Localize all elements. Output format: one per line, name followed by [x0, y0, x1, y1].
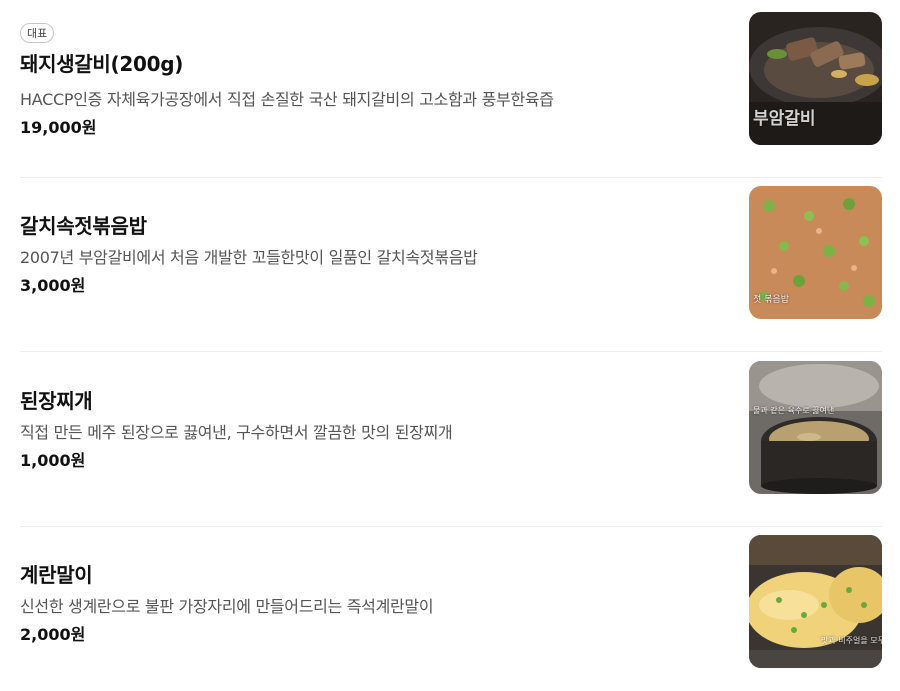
photo-caption: 부암갈비 [753, 109, 816, 129]
menu-item-price: 1,000원 [20, 451, 86, 470]
menu-item-description: 직접 만든 메주 된장으로 끓여낸, 구수하면서 깔끔한 맛의 된장찌개 [20, 423, 453, 442]
menu-item-price: 2,000원 [20, 625, 86, 644]
menu-item-description: 2007년 부암갈비에서 처음 개발한 꼬들한맛이 일품인 갈치속젓볶음밥 [20, 248, 478, 267]
photo-caption: 물과 같은 육수로 끓여낸 [753, 406, 835, 415]
menu-item-text: 대표 [20, 22, 732, 43]
menu-item-price: 3,000원 [20, 276, 86, 295]
photo-caption: 맛과 비주얼을 모두 [821, 636, 882, 645]
signature-badge: 대표 [20, 23, 55, 43]
menu-item-description: HACCP인증 자체육가공장에서 직접 손질한 국산 돼지갈비의 고소함과 풍부… [20, 90, 554, 109]
menu-item-price: 19,000원 [20, 118, 97, 137]
menu-list: 대표 돼지생갈비(200g) HACCP인증 자체육가공장에서 직접 손질한 국… [0, 0, 900, 682]
menu-item-name: 계란말이 [20, 563, 93, 587]
menu-item-pork-ribs[interactable]: 대표 돼지생갈비(200g) HACCP인증 자체육가공장에서 직접 손질한 국… [20, 12, 882, 178]
photo-caption: 젓 볶음밥 [753, 295, 789, 305]
menu-item-fried-rice[interactable]: 갈치속젓볶음밥 2007년 부암갈비에서 처음 개발한 꼬들한맛이 일품인 갈치… [20, 186, 882, 352]
menu-item-description: 신선한 생계란으로 불판 가장자리에 만들어드리는 즉석계란말이 [20, 597, 434, 616]
menu-item-photo[interactable]: 부암갈비 [749, 12, 882, 145]
menu-item-photo[interactable]: 맛과 비주얼을 모두 [749, 535, 882, 668]
menu-item-name: 돼지생갈비(200g) [20, 52, 184, 76]
menu-item-name: 갈치속젓볶음밥 [20, 214, 147, 238]
menu-item-photo[interactable]: 물과 같은 육수로 끓여낸 [749, 361, 882, 494]
menu-item-photo[interactable]: 젓 볶음밥 [749, 186, 882, 319]
menu-item-name: 된장찌개 [20, 389, 93, 413]
menu-item-rolled-omelette[interactable]: 계란말이 신선한 생계란으로 불판 가장자리에 만들어드리는 즉석계란말이 2,… [20, 535, 882, 691]
menu-item-doenjang-stew[interactable]: 된장찌개 직접 만든 메주 된장으로 끓여낸, 구수하면서 깔끔한 맛의 된장찌… [20, 361, 882, 527]
